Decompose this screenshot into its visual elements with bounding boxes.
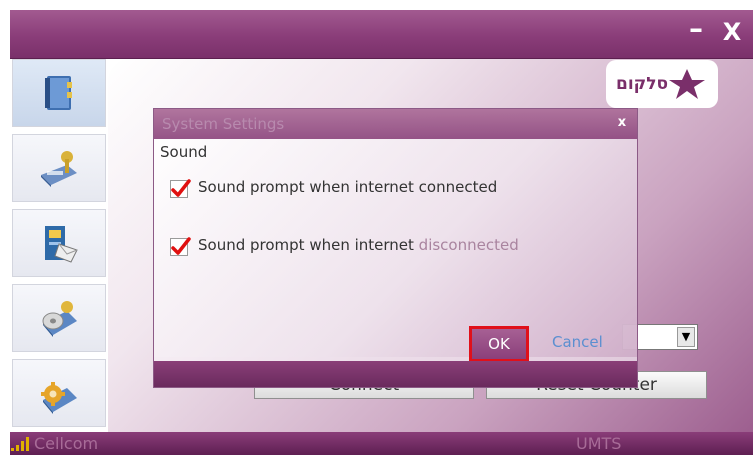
signal-strength-icon bbox=[11, 437, 29, 451]
sound-disconnected-checkbox[interactable] bbox=[170, 237, 191, 256]
phonebook-contacts-icon bbox=[45, 226, 78, 263]
ok-button[interactable]: OK bbox=[469, 326, 529, 362]
dialog-footer bbox=[154, 361, 637, 387]
dialog-title: System Settings bbox=[162, 115, 285, 133]
carrier-name: Cellcom bbox=[34, 434, 99, 453]
sound-disconnected-label: Sound prompt when internet disconnected bbox=[198, 236, 519, 254]
app-window: – X סלקום ▼ Cellcom UMTS System Settings… bbox=[10, 10, 753, 455]
dialog-close-button[interactable]: x bbox=[614, 114, 630, 132]
brand-logo: סלקום bbox=[606, 60, 718, 108]
sidebar bbox=[10, 59, 108, 432]
title-bar: – X bbox=[10, 10, 753, 59]
sidebar-item-connection[interactable] bbox=[12, 284, 106, 352]
connection-disc-icon bbox=[42, 301, 77, 337]
sms-messages-icon bbox=[41, 151, 77, 187]
dialog-title-bar: System Settings x bbox=[154, 109, 637, 139]
sidebar-item-messages[interactable] bbox=[12, 134, 106, 202]
network-type: UMTS bbox=[576, 434, 622, 453]
chevron-down-icon[interactable]: ▼ bbox=[677, 327, 695, 347]
address-book-icon bbox=[45, 76, 72, 110]
minimize-button[interactable]: – bbox=[684, 15, 708, 44]
settings-gear-icon bbox=[41, 382, 77, 414]
cellcom-star-icon bbox=[669, 69, 705, 99]
sound-section-label: Sound bbox=[160, 143, 208, 161]
logo-text: סלקום bbox=[616, 74, 669, 94]
sound-connected-checkbox[interactable] bbox=[170, 179, 191, 198]
cancel-button[interactable]: Cancel bbox=[552, 333, 603, 351]
sound-connected-label: Sound prompt when internet connected bbox=[198, 178, 498, 196]
sidebar-item-address-book[interactable] bbox=[12, 59, 106, 127]
checkmark-icon bbox=[171, 179, 191, 197]
sidebar-item-settings[interactable] bbox=[12, 359, 106, 427]
status-bar: Cellcom UMTS bbox=[10, 432, 753, 455]
close-button[interactable]: X bbox=[720, 20, 744, 44]
checkmark-icon bbox=[171, 237, 191, 255]
sidebar-item-contacts[interactable] bbox=[12, 209, 106, 277]
system-settings-dialog: System Settings x Sound Sound prompt whe… bbox=[153, 108, 638, 388]
